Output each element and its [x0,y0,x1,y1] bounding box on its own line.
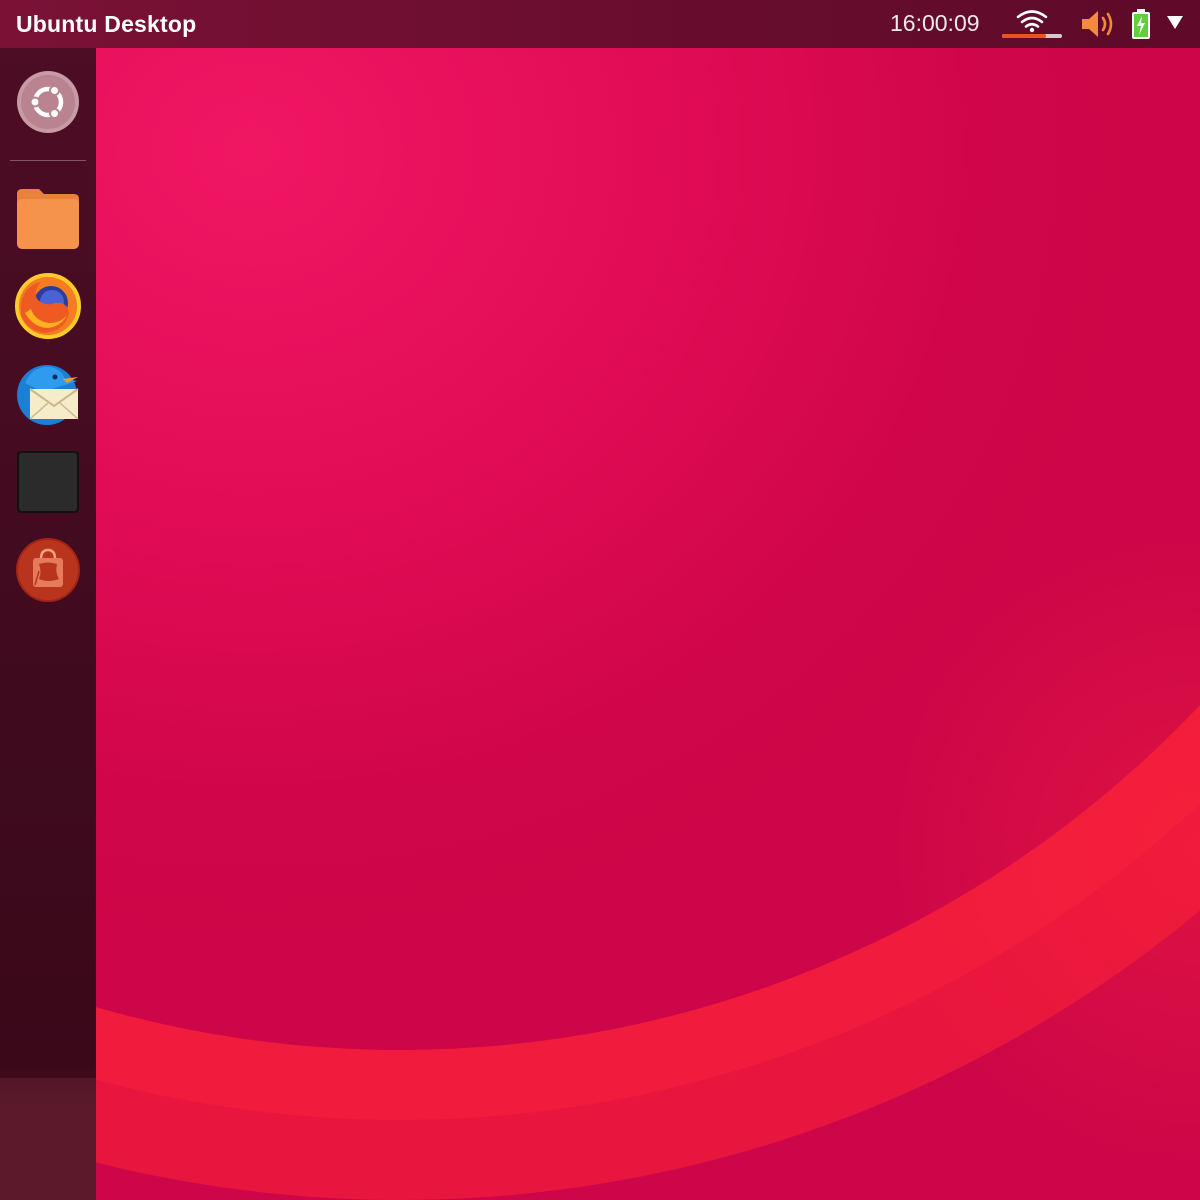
shopping-bag-icon [15,537,81,603]
software-center-launcher-button[interactable] [14,536,82,604]
desktop-wallpaper [0,0,1200,1200]
files-launcher-button[interactable] [14,184,82,252]
thunderbird-launcher-button[interactable] [14,360,82,428]
terminal-launcher-button[interactable] [14,448,82,516]
top-panel: Ubuntu Desktop 16:00:09 [0,0,1200,48]
ubuntu-dash-button[interactable] [14,68,82,136]
firefox-icon [15,273,81,339]
ubuntu-logo-icon [16,70,80,134]
volume-icon[interactable] [1080,8,1118,40]
folder-icon [15,186,81,250]
clock[interactable]: 16:00:09 [890,10,980,37]
launcher-separator [10,160,86,161]
battery-charging-icon[interactable] [1130,8,1152,40]
terminal-icon [16,450,80,514]
launcher [0,48,96,1200]
window-title: Ubuntu Desktop [16,11,197,37]
thunderbird-mail-icon [15,361,81,427]
launcher-bottom-area [0,1078,96,1200]
dropdown-arrow-icon[interactable] [1164,12,1186,32]
firefox-launcher-button[interactable] [14,272,82,340]
wifi-icon[interactable] [1000,7,1064,41]
